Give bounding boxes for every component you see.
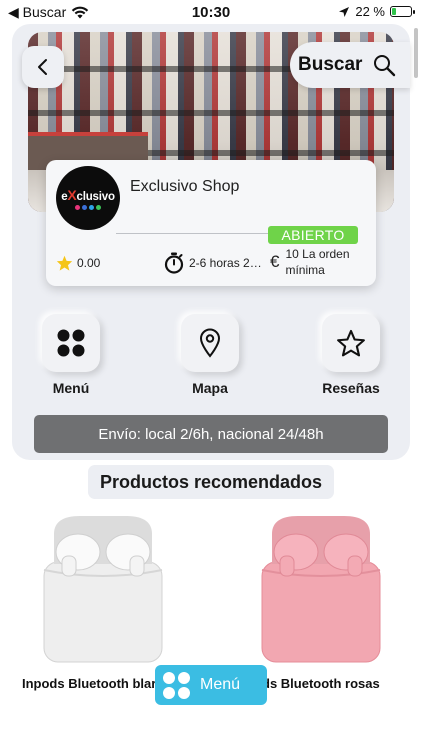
menu-grid-icon [57,329,85,357]
star-outline-icon [337,329,365,356]
map-action-tile[interactable] [181,314,239,372]
social-dot [89,204,94,210]
map-action-label: Mapa [192,380,228,396]
search-button[interactable]: Buscar [290,42,410,88]
floating-menu-button[interactable]: Menú [155,665,267,705]
menu-action[interactable]: Menú [38,314,104,396]
scrollbar[interactable] [414,28,418,78]
map-pin-icon [199,328,221,358]
social-dot [96,204,101,210]
delivery-time-value: 2-6 horas 2… [189,256,262,270]
delivery-time: 2-6 horas 2… [164,252,262,274]
location-arrow-icon [339,6,350,17]
product-name[interactable]: Inpods Bluetooth blar [22,676,156,691]
social-dots [75,204,101,210]
minimum-order: € 10 La orden mínima [270,246,365,278]
back-button[interactable] [22,46,64,88]
shop-info-card: eXclusivo Exclusivo Shop ABIERTO 0.00 2-… [46,160,376,286]
stopwatch-icon [164,252,184,274]
section-title: Productos recomendados [88,465,334,499]
menu-action-tile[interactable] [42,314,100,372]
rating-value: 0.00 [77,256,101,270]
battery-percent: 22 % [355,4,385,19]
status-right: 22 % [338,4,415,19]
shipping-banner: Envío: local 2/6h, nacional 24/48h [34,415,388,453]
social-dot [75,204,80,210]
menu-action-label: Menú [52,380,90,396]
shop-name: Exclusivo Shop [130,178,240,195]
reviews-action-tile[interactable] [322,314,380,372]
shop-logo: eXclusivo [56,166,120,230]
status-bar: ◀ Buscar 10:30 22 % [0,0,422,24]
product-image[interactable] [258,512,384,664]
shelf [28,110,394,116]
minimum-order-value: 10 La orden mínima [285,247,350,277]
status-badge: ABIERTO [268,226,358,244]
star-icon [56,255,73,271]
battery-fill [392,8,396,15]
chevron-left-icon [38,59,47,75]
rating: 0.00 [56,255,100,271]
floating-menu-label: Menú [200,676,241,693]
reviews-action[interactable]: Reseñas [318,314,384,396]
social-dot [82,204,87,210]
product-name[interactable]: ds Bluetooth rosas [262,676,380,691]
map-action[interactable]: Mapa [177,314,243,396]
reviews-action-label: Reseñas [322,380,380,396]
search-label: Buscar [298,54,363,75]
search-icon [374,55,396,77]
product-image[interactable] [40,512,166,664]
battery-icon [390,6,415,17]
menu-grid-icon [163,671,190,699]
shop-logo-text: eXclusivo [61,186,115,203]
euro-icon: € [270,252,280,271]
